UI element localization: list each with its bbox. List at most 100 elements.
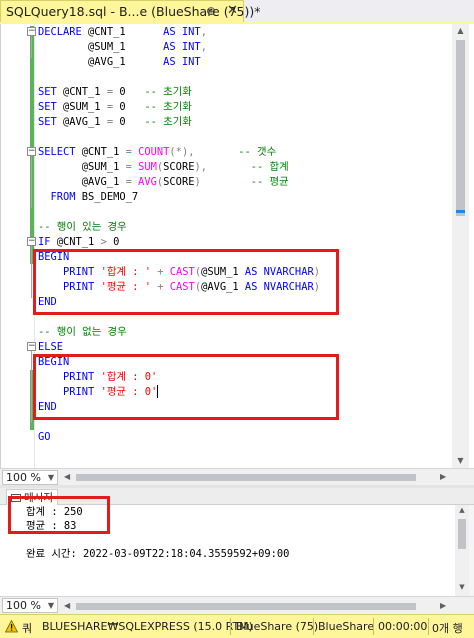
status-login: BlueShare (75) (236, 620, 319, 633)
scroll-up-icon[interactable]: ▲ (452, 24, 469, 38)
code-line[interactable]: ELSE (38, 340, 63, 355)
highlight-box-else-block (33, 354, 339, 420)
code-token: SUM (138, 160, 157, 173)
code-token: -- 초기화 (144, 115, 192, 128)
code-token: SET (38, 115, 64, 128)
collapse-icon[interactable]: − (27, 147, 36, 156)
code-token: @AVG_1 (38, 55, 164, 68)
collapse-icon[interactable]: − (27, 342, 36, 351)
code-token: AS (163, 25, 182, 38)
code-token: @CNT_1 (56, 235, 101, 248)
results-vertical-scrollbar[interactable]: ▲ ▼ (455, 505, 469, 596)
code-token: , (200, 25, 207, 38)
code-token: SCORE (163, 175, 195, 188)
code-line[interactable]: FROM BS_DEMO_7 (38, 190, 139, 205)
code-token: 0 (106, 235, 120, 248)
status-divider (230, 618, 231, 635)
horizontal-scroll-thumb[interactable] (76, 474, 416, 481)
status-database: BlueShare (318, 620, 375, 633)
code-line[interactable]: SELECT @CNT_1 = COUNT(*), -- 갯수 (38, 145, 276, 160)
scroll-thumb[interactable] (458, 519, 466, 549)
scroll-down-icon[interactable]: ▼ (452, 454, 469, 468)
scroll-right-icon[interactable]: ▶ (440, 472, 446, 481)
results-zoom-select[interactable]: 100 % ▼ (2, 598, 58, 613)
pin-icon[interactable]: ⊕ (206, 4, 216, 18)
document-tab-bar: SQLQuery18.sql - B...e (BlueShare (75))*… (0, 0, 474, 22)
messages-pane[interactable]: 합계 : 250 평균 : 83 완료 시간: 2022-03-09T22:18… (0, 496, 455, 596)
code-token: 0 (113, 115, 145, 128)
status-message: 쿼 (22, 622, 33, 635)
query-editor[interactable]: − − − − DECLARE @CNT_1 AS INT, @SUM_1 AS… (0, 24, 474, 468)
collapse-icon[interactable]: − (27, 27, 36, 36)
document-tab[interactable]: SQLQuery18.sql - B...e (BlueShare (75))*… (0, 0, 261, 22)
code-line[interactable]: GO (38, 430, 51, 445)
code-line[interactable]: DECLARE @CNT_1 AS INT, (38, 25, 207, 40)
code-token: 0 (113, 100, 145, 113)
code-token: IF (38, 235, 57, 248)
code-line[interactable]: SET @AVG_1 = 0 -- 초기화 (38, 115, 192, 130)
code-line[interactable]: @AVG_1 = AVG(SCORE) -- 평균 (38, 175, 289, 190)
status-divider (313, 618, 314, 635)
editor-vertical-scrollbar[interactable]: ▲ ▼ (452, 24, 469, 468)
scroll-right-icon[interactable]: ▶ (440, 601, 446, 610)
code-token: INT (181, 25, 201, 38)
status-divider (373, 618, 374, 635)
fold-guide (31, 351, 32, 423)
code-token: INT (181, 55, 201, 68)
code-token: -- 행이 없는 경우 (38, 325, 127, 338)
code-token: @CNT_1 (88, 25, 164, 38)
warning-icon (5, 620, 18, 633)
collapse-icon[interactable]: − (27, 237, 36, 246)
code-token: SCORE (163, 160, 195, 173)
code-token: AS (163, 40, 182, 53)
code-line[interactable]: @SUM_1 AS INT, (38, 40, 207, 55)
scroll-down-icon[interactable]: ▼ (455, 583, 469, 591)
document-tab-title: SQLQuery18.sql - B...e (BlueShare (75))* (6, 4, 261, 19)
code-line[interactable]: @AVG_1 AS INT (38, 55, 201, 70)
status-bar: 쿼 BLUESHARE₩SQLEXPRESS (15.0 RTM) BlueSh… (0, 614, 474, 638)
code-line[interactable]: @SUM_1 = SUM(SCORE), -- 합계 (38, 160, 289, 175)
code-line[interactable]: IF @CNT_1 > 0 (38, 235, 119, 250)
horizontal-scroll-thumb[interactable] (76, 603, 416, 610)
scroll-up-icon[interactable]: ▲ (455, 506, 469, 514)
code-token: -- 합계 (250, 160, 289, 173)
code-line[interactable]: SET @SUM_1 = 0 -- 초기화 (38, 100, 192, 115)
code-token: SET (38, 100, 64, 113)
code-token: GO (38, 430, 51, 443)
code-line[interactable]: SET @CNT_1 = 0 -- 초기화 (38, 85, 192, 100)
fold-guide (31, 36, 32, 58)
message-line: 완료 시간: 2022-03-09T22:18:04.3559592+09:00 (26, 548, 290, 560)
editor-zoom-select[interactable]: 100 % ▼ (2, 470, 58, 485)
code-token: -- 평균 (250, 175, 289, 188)
scroll-left-icon[interactable]: ◀ (64, 472, 70, 481)
code-token: DECLARE (38, 25, 89, 38)
code-token: @SUM_1 (63, 100, 107, 113)
results-zoom-bar: 100 % ▼ ◀ ▶ (0, 596, 474, 614)
code-token: SELECT (38, 145, 82, 158)
code-token: BS_DEMO_7 (81, 190, 139, 203)
code-token: INT (181, 40, 201, 53)
code-token: @SUM_1 (38, 160, 126, 173)
code-line[interactable]: -- 행이 있는 경우 (38, 220, 127, 235)
close-icon[interactable]: ✕ (227, 3, 238, 18)
editor-zoom-value: 100 % (6, 471, 41, 484)
status-elapsed: 00:00:00 (378, 620, 428, 633)
status-server: BLUESHARE₩SQLEXPRESS (15.0 RTM) (42, 620, 253, 633)
code-line[interactable]: -- 행이 없는 경우 (38, 325, 127, 340)
scroll-thumb[interactable] (456, 40, 465, 216)
chevron-down-icon: ▼ (47, 473, 54, 482)
code-token: @AVG_1 (63, 115, 107, 128)
code-token: -- 초기화 (144, 100, 192, 113)
results-zoom-value: 100 % (6, 599, 41, 612)
code-token: @SUM_1 (38, 40, 164, 53)
code-token: 0 (113, 85, 145, 98)
code-token: SET (38, 85, 64, 98)
fold-guide (31, 156, 32, 208)
scroll-left-icon[interactable]: ◀ (64, 601, 70, 610)
code-token: -- 갯수 (238, 145, 277, 158)
code-token: FROM (38, 190, 82, 203)
code-token: ELSE (38, 340, 64, 353)
code-token: @CNT_1 (63, 85, 107, 98)
